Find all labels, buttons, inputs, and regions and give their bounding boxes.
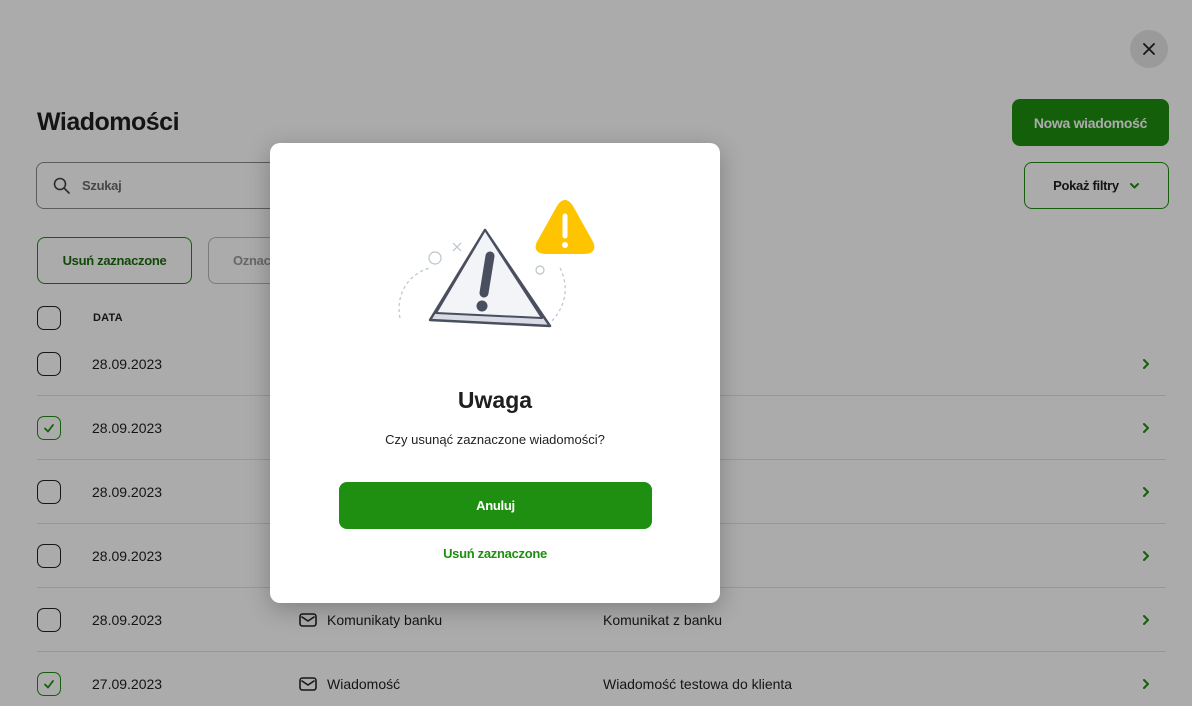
confirm-delete-dialog: Uwaga Czy usunąć zaznaczone wiadomości? … (270, 143, 720, 603)
cancel-button[interactable]: Anuluj (339, 482, 652, 529)
warning-illustration (398, 200, 595, 328)
dialog-message: Czy usunąć zaznaczone wiadomości? (385, 432, 605, 447)
confirm-delete-button[interactable]: Usuń zaznaczone (270, 546, 720, 561)
dialog-title: Uwaga (457, 387, 533, 413)
